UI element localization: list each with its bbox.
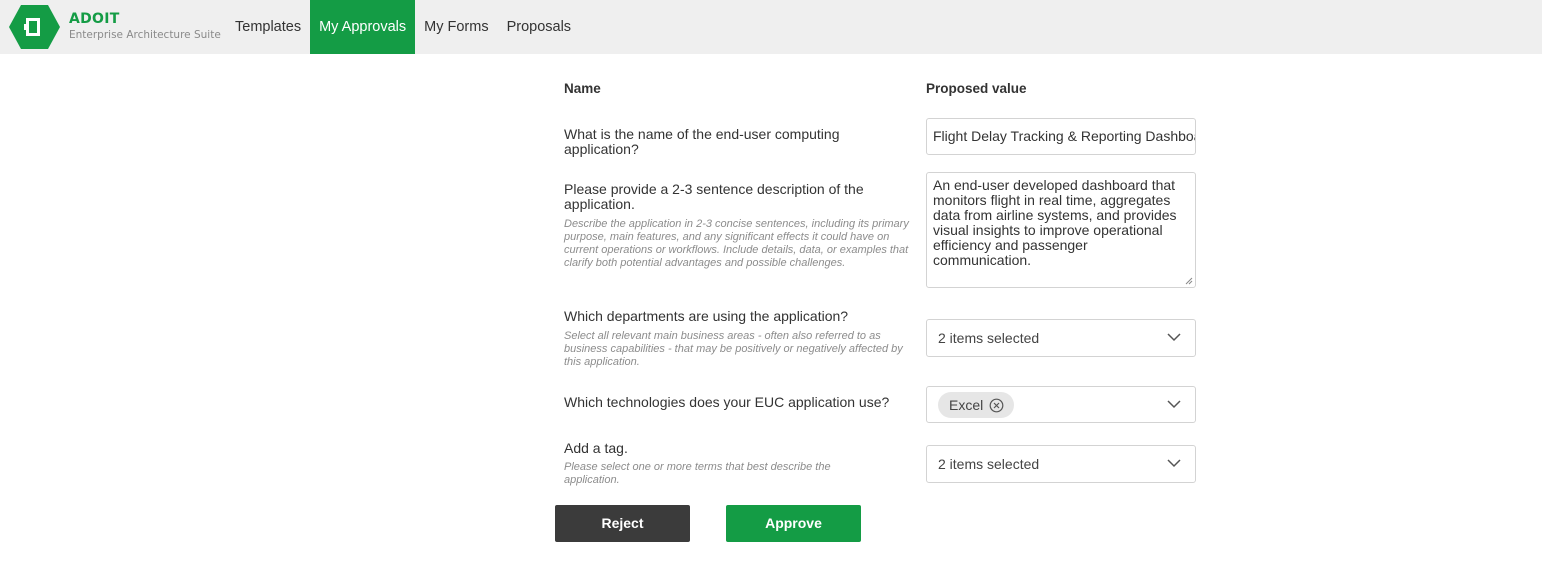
chevron-down-icon xyxy=(1167,459,1181,468)
technologies-question: Which technologies does your EUC applica… xyxy=(564,394,890,410)
chevron-down-icon xyxy=(1167,333,1181,342)
chevron-down-icon xyxy=(1167,400,1181,409)
description-help-text: Describe the application in 2-3 concise … xyxy=(564,218,909,269)
nav-templates[interactable]: Templates xyxy=(226,0,310,54)
tag-help-text: Please select one or more terms that bes… xyxy=(564,461,831,486)
main-nav: Templates My Approvals My Forms Proposal… xyxy=(226,0,580,54)
remove-chip-icon[interactable] xyxy=(989,398,1004,413)
departments-question: Which departments are using the applicat… xyxy=(564,308,849,324)
brand-name: ADOIT xyxy=(69,11,120,27)
nav-my-approvals[interactable]: My Approvals xyxy=(310,0,416,54)
description-textarea[interactable]: An end-user developed dashboard that mon… xyxy=(926,172,1196,288)
departments-help-text: Select all relevant main business areas … xyxy=(564,330,903,368)
description-value: An end-user developed dashboard that mon… xyxy=(933,177,1177,268)
proposed-value-column-header: Proposed value xyxy=(926,81,1027,96)
nav-proposals[interactable]: Proposals xyxy=(498,0,580,54)
reject-button[interactable]: Reject xyxy=(555,505,690,542)
app-name-question: What is the name of the end-user computi… xyxy=(564,126,840,157)
technologies-select[interactable]: Excel xyxy=(926,386,1196,423)
brand: ADOIT Enterprise Architecture Suite xyxy=(69,11,221,41)
top-navigation-bar: ADOIT Enterprise Architecture Suite Temp… xyxy=(0,0,1542,54)
chip-label: Excel xyxy=(949,397,984,413)
description-question: Please provide a 2-3 sentence descriptio… xyxy=(564,181,864,212)
brand-subtitle: Enterprise Architecture Suite xyxy=(69,29,221,41)
name-column-header: Name xyxy=(564,81,601,96)
departments-select[interactable]: 2 items selected xyxy=(926,319,1196,357)
departments-selected-value: 2 items selected xyxy=(938,330,1040,346)
technology-chip-excel: Excel xyxy=(938,392,1015,418)
nav-my-forms[interactable]: My Forms xyxy=(415,0,497,54)
approve-button[interactable]: Approve xyxy=(726,505,861,542)
resize-grip-icon[interactable] xyxy=(1185,277,1193,285)
app-name-field[interactable]: Flight Delay Tracking & Reporting Dashbo… xyxy=(926,118,1196,155)
tag-question: Add a tag. xyxy=(564,440,628,456)
tags-select[interactable]: 2 items selected xyxy=(926,445,1196,483)
tags-selected-value: 2 items selected xyxy=(938,456,1040,472)
adoit-logo-icon[interactable] xyxy=(8,4,61,50)
